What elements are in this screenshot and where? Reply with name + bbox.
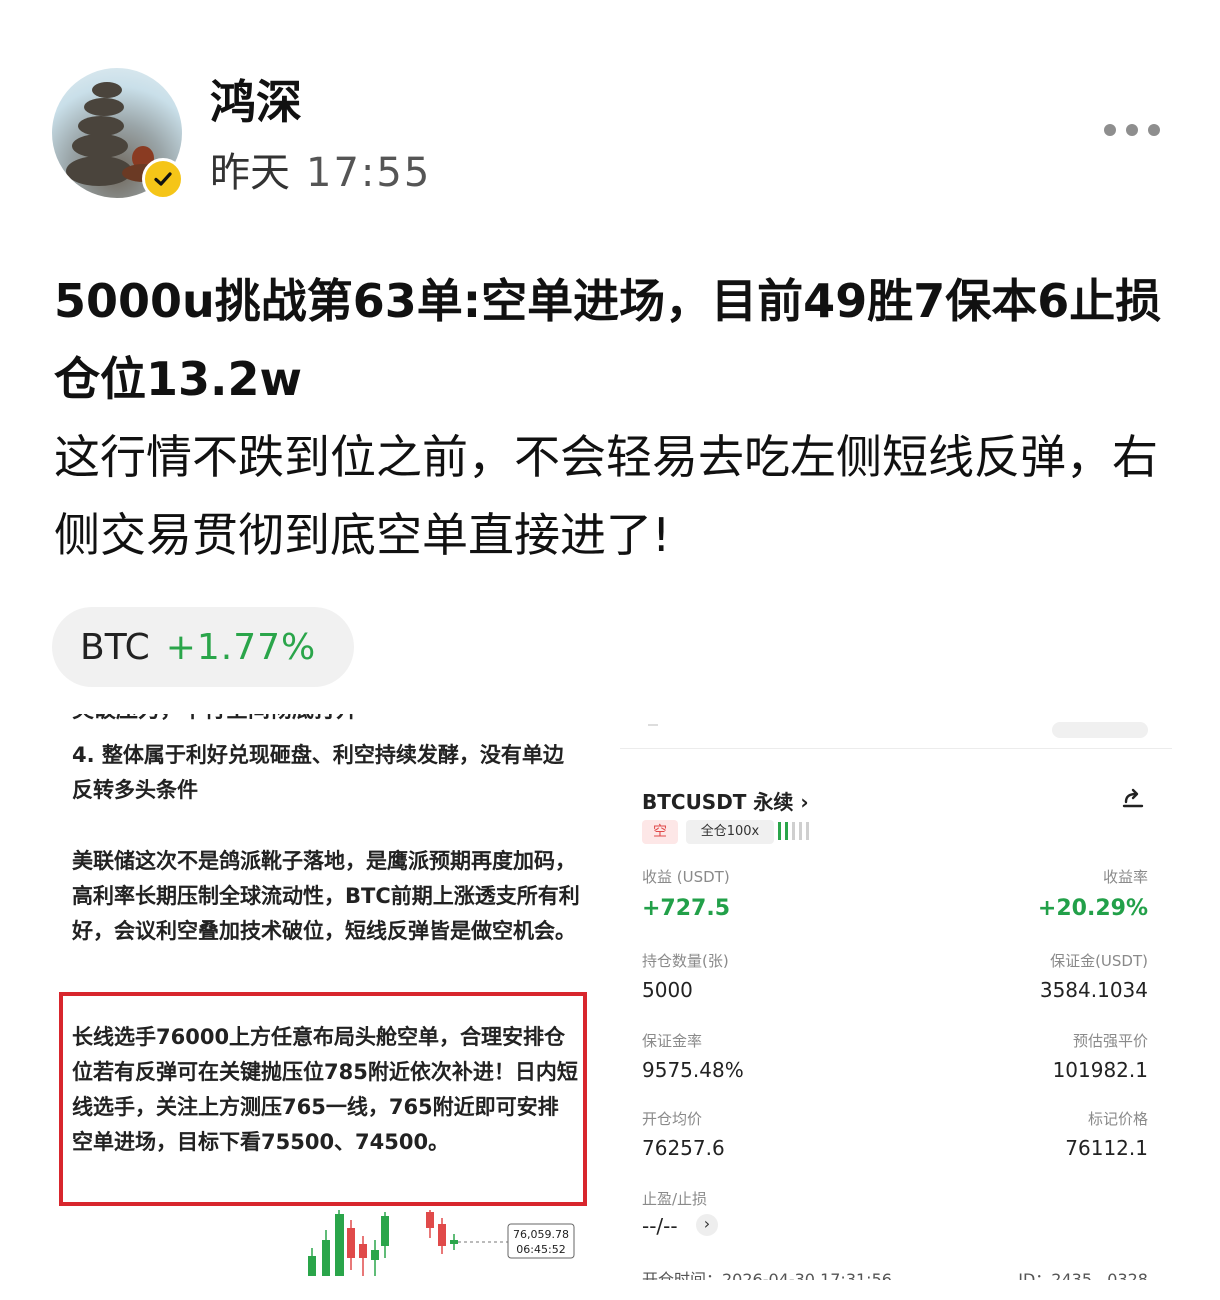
- entry-label: 开仓均价: [642, 1110, 703, 1128]
- post-content: 5000u挑战第63单:空单进场，目前49胜7保本6止损 仓位13.2w 这行情…: [54, 262, 1174, 574]
- open-time-cut: 开仓时间：2026-04-30 17:31:56: [642, 1270, 892, 1280]
- risk-level-icon: [778, 822, 809, 840]
- share-icon[interactable]: [1120, 786, 1146, 812]
- mark-value: 76112.1: [1065, 1136, 1148, 1160]
- roe-value: +20.29%: [1037, 896, 1148, 921]
- entry-value: 76257.6: [642, 1136, 725, 1160]
- post-time-day: 昨天: [210, 150, 290, 196]
- candlestick-chart: 76,059.78 06:45:52: [308, 1210, 575, 1276]
- pnl-label: 收益 (USDT): [642, 868, 730, 886]
- mark-label: 标记价格: [1087, 1110, 1148, 1128]
- liq-value: 101982.1: [1052, 1058, 1148, 1082]
- ticker-chip[interactable]: BTC +1.77%: [52, 607, 354, 687]
- post-title: 5000u挑战第63单:空单进场，目前49胜7保本6止损 仓位13.2w: [54, 274, 1162, 406]
- position-id-cut: ID：2435...0328: [1018, 1270, 1148, 1280]
- leverage-tag: 全仓100x: [686, 820, 774, 844]
- cut-top-text: 突破压力，下行空间彻底打开: [72, 714, 358, 724]
- highlight-text: 长线选手76000上方任意布局头舱空单，合理安排仓位若有反弹可在关键抛压位785…: [72, 1025, 578, 1154]
- analysis-paragraph: 美联储这次不是鸽派靴子落地，是鹰派预期再度加码，高利率长期压制全球流动性，BTC…: [72, 849, 580, 943]
- attached-image-position[interactable]: BTCUSDT 永续 › 空 全仓100x 收益 (USDT) 收益率 +727…: [620, 714, 1172, 1280]
- price-label: 76,059.78: [513, 1228, 569, 1241]
- margin-ratio-value: 9575.48%: [642, 1058, 744, 1082]
- analysis-item-4: 4. 整体属于利好兑现砸盘、利空持续发酵，没有单边反转多头条件: [72, 743, 564, 802]
- ticker-change: +1.77%: [165, 626, 317, 668]
- ticker-symbol: BTC: [80, 626, 150, 668]
- side-tag: 空: [642, 820, 678, 844]
- post-body: 这行情不跌到位之前，不会轻易去吃左侧短线反弹，右侧交易贯彻到底空单直接进了!: [54, 430, 1158, 562]
- more-options-icon[interactable]: [1104, 124, 1160, 136]
- size-label: 持仓数量(张): [642, 952, 729, 970]
- candles: [308, 1210, 458, 1276]
- attached-image-analysis[interactable]: 突破压力，下行空间彻底打开 4. 整体属于利好兑现砸盘、利空持续发酵，没有单边反…: [56, 714, 596, 1280]
- tpsl-value: --/--: [642, 1214, 678, 1238]
- post-time: 昨天 17:55: [210, 140, 431, 198]
- tpsl-edit-chevron-icon[interactable]: ›: [696, 1214, 718, 1236]
- liq-label: 预估强平价: [1072, 1032, 1148, 1050]
- margin-ratio-label: 保证金率: [642, 1032, 703, 1050]
- author-name[interactable]: 鸿深: [210, 66, 302, 132]
- size-value: 5000: [642, 978, 693, 1002]
- time-label: 06:45:52: [516, 1243, 565, 1256]
- tpsl-label: 止盈/止损: [642, 1190, 708, 1208]
- margin-value: 3584.1034: [1039, 978, 1148, 1002]
- margin-label: 保证金(USDT): [1050, 952, 1148, 970]
- verified-badge-icon: [142, 158, 184, 200]
- roe-label: 收益率: [1102, 868, 1148, 886]
- pnl-value: +727.5: [642, 896, 731, 921]
- post-time-clock: 17:55: [306, 150, 432, 196]
- trading-pair[interactable]: BTCUSDT 永续 ›: [642, 786, 809, 815]
